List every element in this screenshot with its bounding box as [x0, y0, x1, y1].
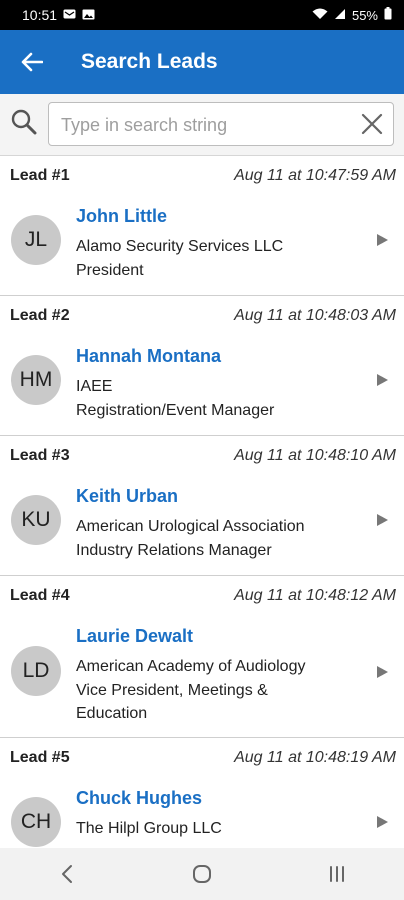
- lead-company: IAEE: [76, 378, 113, 395]
- status-time: 10:51: [22, 7, 58, 23]
- lead-item[interactable]: Lead #2 Aug 11 at 10:48:03 AM HM Hannah …: [0, 296, 404, 436]
- chevron-right-icon: [377, 816, 388, 828]
- lead-title: President: [76, 262, 144, 279]
- lead-timestamp: Aug 11 at 10:48:19 AM: [234, 749, 396, 766]
- close-icon[interactable]: [361, 113, 383, 135]
- lead-timestamp: Aug 11 at 10:48:03 AM: [234, 307, 396, 324]
- lead-header: Lead #4 Aug 11 at 10:48:12 AM: [10, 587, 396, 605]
- lead-item[interactable]: Lead #1 Aug 11 at 10:47:59 AM JL John Li…: [0, 156, 404, 296]
- lead-company: The Hilpl Group LLC: [76, 820, 222, 837]
- lead-number: Lead #2: [10, 307, 70, 324]
- lead-number: Lead #4: [10, 587, 70, 604]
- nav-back-button[interactable]: [37, 854, 97, 894]
- battery-percent: 55%: [351, 7, 378, 23]
- nav-home-button[interactable]: [172, 854, 232, 894]
- lead-number: Lead #3: [10, 447, 70, 464]
- lead-item[interactable]: Lead #4 Aug 11 at 10:48:12 AM LD Laurie …: [0, 576, 404, 738]
- app-bar: Search Leads: [0, 30, 404, 94]
- chevron-right-icon: [377, 234, 388, 246]
- search-icon: [11, 109, 37, 135]
- system-nav-bar: [0, 848, 404, 900]
- lead-item[interactable]: Lead #3 Aug 11 at 10:48:10 AM KU Keith U…: [0, 436, 404, 576]
- signal-icon: [334, 8, 346, 23]
- lead-title: Vice President, Meetings &: [76, 682, 268, 699]
- lead-timestamp: Aug 11 at 10:48:10 AM: [234, 447, 396, 464]
- lead-company: Alamo Security Services LLC: [76, 238, 284, 255]
- lead-header: Lead #1 Aug 11 at 10:47:59 AM: [10, 167, 396, 185]
- search-input[interactable]: [59, 103, 353, 147]
- lead-name: Hannah Montana: [76, 346, 222, 366]
- lead-title: Registration/Event Manager: [76, 402, 275, 419]
- chevron-right-icon: [377, 666, 388, 678]
- search-field: [48, 102, 394, 147]
- lead-title: Industry Relations Manager: [76, 542, 272, 559]
- status-right: 55%: [312, 7, 392, 23]
- nav-back-icon: [62, 865, 73, 883]
- lead-header: Lead #3 Aug 11 at 10:48:10 AM: [10, 447, 396, 465]
- nav-recents-icon: [329, 866, 344, 882]
- lead-number: Lead #1: [10, 167, 70, 184]
- lead-name: Laurie Dewalt: [76, 626, 194, 646]
- wifi-icon: [312, 8, 328, 23]
- lead-timestamp: Aug 11 at 10:47:59 AM: [234, 167, 396, 184]
- avatar: HM: [11, 355, 61, 405]
- avatar: LD: [11, 646, 61, 696]
- back-button[interactable]: [0, 30, 64, 94]
- lead-name: John Little: [76, 206, 167, 226]
- lead-title-cont: Education: [76, 705, 148, 722]
- lead-name: Chuck Hughes: [76, 788, 203, 808]
- arrow-left-icon: [21, 52, 43, 72]
- lead-header: Lead #5 Aug 11 at 10:48:19 AM: [10, 749, 396, 767]
- status-left: 10:51: [22, 7, 95, 23]
- nav-recents-button[interactable]: [307, 854, 367, 894]
- status-bar: 10:51 55%: [0, 0, 404, 30]
- lead-timestamp: Aug 11 at 10:48:12 AM: [234, 587, 396, 604]
- gallery-icon: [82, 7, 95, 23]
- search-bar: [0, 94, 404, 156]
- avatar: KU: [11, 495, 61, 545]
- avatar: CH: [11, 797, 61, 847]
- avatar: JL: [11, 215, 61, 265]
- lead-name: Keith Urban: [76, 486, 179, 506]
- lead-company: American Urological Association: [76, 518, 305, 535]
- lead-company: American Academy of Audiology: [76, 658, 306, 675]
- lead-number: Lead #5: [10, 749, 70, 766]
- lead-header: Lead #2 Aug 11 at 10:48:03 AM: [10, 307, 396, 325]
- chevron-right-icon: [377, 374, 388, 386]
- nav-home-icon: [192, 865, 211, 883]
- chevron-right-icon: [377, 514, 388, 526]
- battery-icon: [384, 7, 392, 23]
- message-icon: [63, 7, 76, 23]
- page-title: Search Leads: [81, 50, 218, 73]
